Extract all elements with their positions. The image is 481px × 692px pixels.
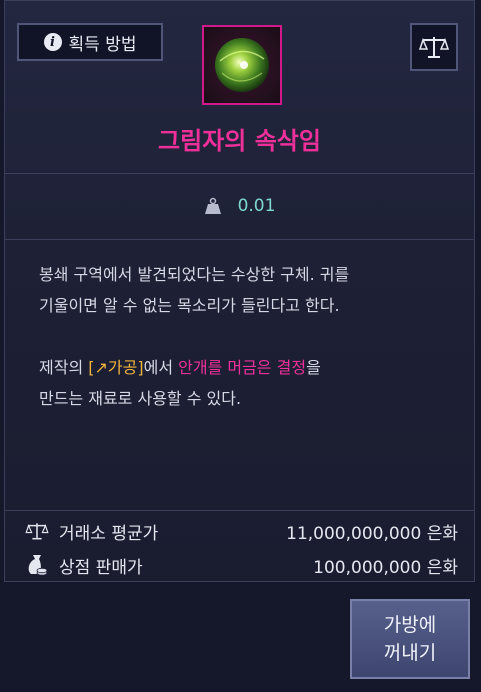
item-description: 봉쇄 구역에서 발견되었다는 수상한 구체. 귀를 기울이면 알 수 없는 목소… xyxy=(39,259,449,414)
exchange-price-label: 거래소 평균가 xyxy=(59,523,159,544)
product-item-name: 안개를 머금은 결정 xyxy=(178,358,307,377)
text: 을 xyxy=(306,358,321,377)
crafting-link[interactable]: [↗가공] xyxy=(88,358,143,377)
retrieve-button-label: 꺼내기 xyxy=(383,642,437,664)
shop-price-value: 100,000,000 은화 xyxy=(313,557,458,578)
description-line: 봉쇄 구역에서 발견되었다는 수상한 구체. 귀를 xyxy=(39,265,350,284)
scale-icon xyxy=(419,37,449,58)
weight-row: 0.01 xyxy=(5,173,474,240)
description-line: 만드는 재료로 사용할 수 있다. xyxy=(39,389,242,408)
exchange-price-row: 거래소 평균가 11,000,000,000 은화 xyxy=(5,516,474,546)
text: 에서 xyxy=(143,358,179,377)
retrieve-to-bag-button[interactable]: 가방에 꺼내기 xyxy=(350,599,470,679)
item-name: 그림자의 속삭임 xyxy=(158,127,321,155)
exchange-price-value: 11,000,000,000 은화 xyxy=(286,523,458,544)
description-line: 기울이면 알 수 없는 목소리가 들린다고 한다. xyxy=(39,296,340,315)
item-tooltip-panel: i 획득 방법 그림자의 속삭임 0.01 봉쇄 구역에서 발견되었다는 수상한… xyxy=(4,0,475,582)
crystal-orb-icon xyxy=(215,38,269,92)
crafting-usage-line: 제작의 [↗가공]에서 안개를 머금은 결정을 xyxy=(39,352,449,383)
retrieve-button-label: 가방에 xyxy=(383,614,437,636)
weight-value: 0.01 xyxy=(237,196,276,216)
acquire-method-label: 획득 방법 xyxy=(68,34,137,55)
scale-icon xyxy=(25,523,49,540)
text: 제작의 xyxy=(39,358,89,377)
price-section: 거래소 평균가 11,000,000,000 은화 상점 판매가 100,000… xyxy=(5,510,474,584)
compare-scale-button[interactable] xyxy=(410,23,458,71)
item-icon xyxy=(202,25,282,105)
info-icon: i xyxy=(43,33,62,51)
shop-price-label: 상점 판매가 xyxy=(59,557,143,578)
shop-price-row: 상점 판매가 100,000,000 은화 xyxy=(5,550,474,580)
coin-bag-icon xyxy=(28,555,48,576)
weight-icon xyxy=(204,197,221,214)
item-header: i 획득 방법 그림자의 속삭임 xyxy=(5,1,474,174)
acquire-method-button[interactable]: i 획득 방법 xyxy=(17,23,163,61)
